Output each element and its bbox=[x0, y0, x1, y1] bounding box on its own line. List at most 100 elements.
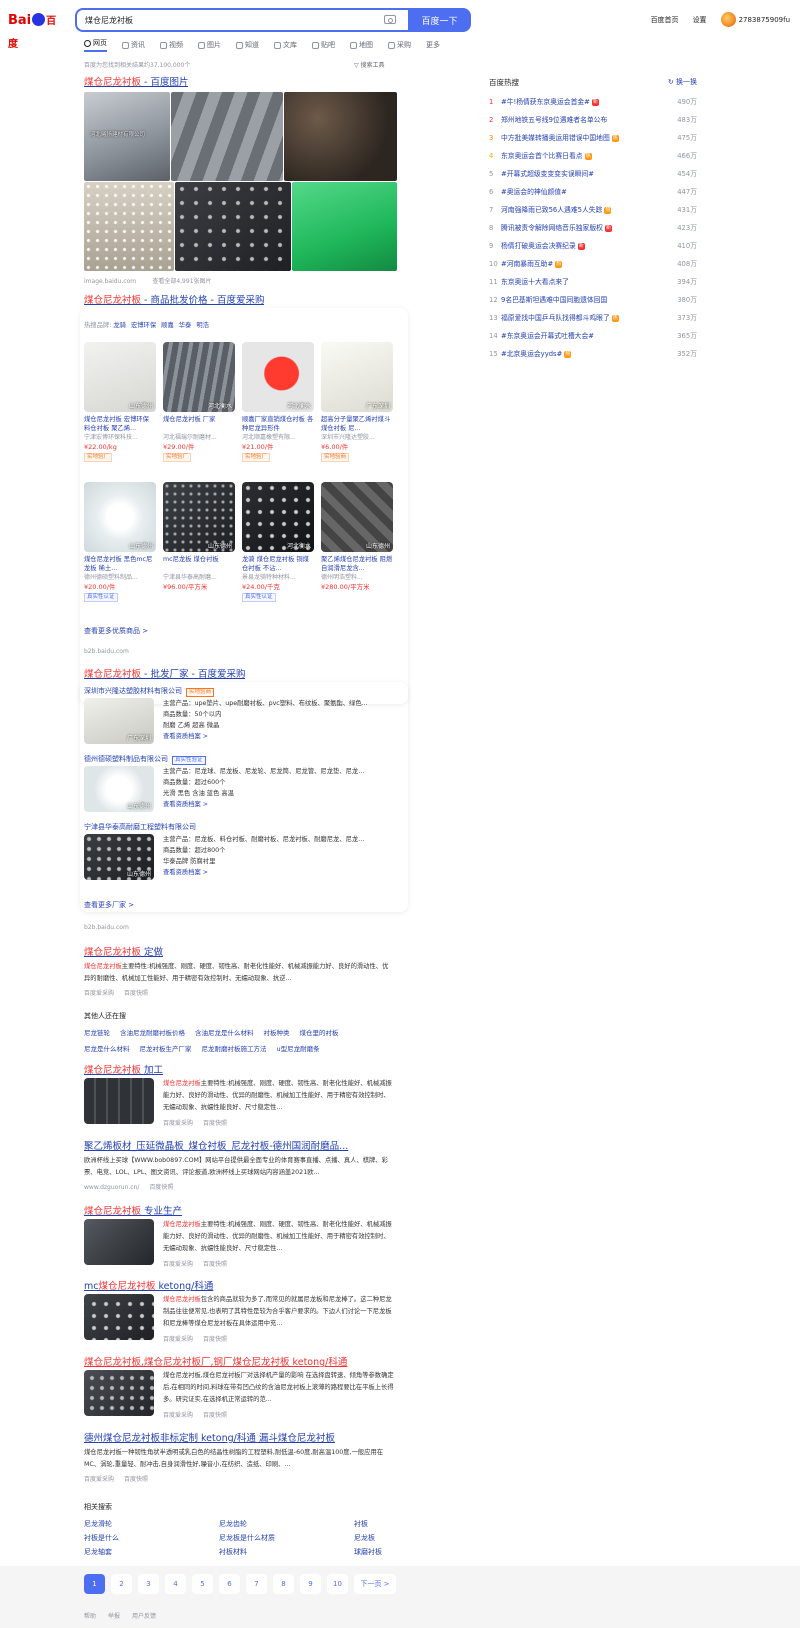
related-search-link[interactable]: 衬板 bbox=[354, 1519, 368, 1529]
camera-icon[interactable] bbox=[384, 15, 396, 24]
settings-link[interactable]: 设置 bbox=[693, 15, 707, 25]
result-title[interactable]: 煤仓尼龙衬板 加工 bbox=[84, 1062, 394, 1076]
vendor-image[interactable]: 山东德州 bbox=[84, 766, 154, 812]
tab-tieba[interactable]: 贴吧 bbox=[312, 38, 335, 52]
brand-link[interactable]: 龙骑 bbox=[113, 322, 126, 329]
result-title[interactable]: 煤仓尼龙衬板 专业生产 bbox=[84, 1203, 394, 1217]
result-title[interactable]: 煤仓尼龙衬板,煤仓尼龙衬板厂,钢厂煤仓尼龙衬板 ketong/科通 bbox=[84, 1354, 394, 1368]
hot-search-item[interactable]: 8 腾讯被责令解除网络音乐独家版权新 423万 bbox=[489, 219, 697, 237]
hot-search-item[interactable]: 5 #开幕式超级变变变实误瞬间# 454万 bbox=[489, 165, 697, 183]
tab-zhidao[interactable]: 知道 bbox=[236, 38, 259, 52]
hot-search-item[interactable]: 13 福原爱找中国乒乓队找得都斗鸡眼了热 373万 bbox=[489, 309, 697, 327]
snapshot-link[interactable]: 百度快照 bbox=[149, 1184, 173, 1191]
snapshot-link[interactable]: 百度快照 bbox=[203, 1336, 227, 1343]
product-card[interactable]: 河北衡水 龙骑 煤仓尼龙衬板 铜煤仓衬板 不沾... 景县龙骑特种材料... ¥24.… bbox=[242, 482, 314, 602]
b2b-products-title[interactable]: 煤仓尼龙衬板 - 商品批发价格 - 百度爱采购 bbox=[84, 292, 264, 306]
snapshot-link[interactable]: 百度快照 bbox=[203, 1412, 227, 1419]
result-title[interactable]: mc煤仓尼龙衬板 ketong/科通 bbox=[84, 1278, 394, 1292]
page-10[interactable]: 10 bbox=[327, 1574, 348, 1594]
vendor-profile-link[interactable]: 查看资质档案 > bbox=[163, 799, 395, 810]
product-card[interactable]: 河北衡水 顺嘉厂家直销煤仓衬板 各种尼龙异形件 河北顺嘉橡塑有限... ¥21.00/… bbox=[242, 342, 314, 462]
hot-search-link[interactable]: 东京奥运十大看点来了 bbox=[501, 278, 569, 286]
hot-search-item[interactable]: 6 #奥运会的神仙颜值# 447万 bbox=[489, 183, 697, 201]
related-search-link[interactable]: 尼龙滑轮 bbox=[84, 1519, 112, 1529]
product-card[interactable]: 广东深圳 超高分子量聚乙烯衬煤斗煤仓衬板 尼... 深圳市兴隆达塑胶... ¥6.00… bbox=[321, 342, 393, 462]
snapshot-link[interactable]: 百度快照 bbox=[203, 1120, 227, 1127]
hot-search-item[interactable]: 1 #牛!杨倩获东京奥运会首金# 新 490万 bbox=[489, 93, 697, 111]
result-thumbnail[interactable] bbox=[84, 1219, 154, 1265]
image-thumb-3[interactable] bbox=[284, 92, 397, 181]
product-image[interactable]: 山东德州 bbox=[321, 482, 393, 552]
page-5[interactable]: 5 bbox=[192, 1574, 213, 1594]
help-link[interactable]: 帮助 bbox=[84, 1611, 96, 1620]
search-input[interactable] bbox=[85, 13, 365, 28]
more-products-link[interactable]: 查看更多优质商品 > bbox=[84, 626, 148, 636]
suggestion-link[interactable]: u型尼龙耐磨条 bbox=[277, 1043, 320, 1053]
hot-search-link[interactable]: 河南强降雨已致56人遇难5人失踪 bbox=[501, 206, 602, 214]
hot-search-link[interactable]: 杨倩打破奥运会决赛纪录 bbox=[501, 242, 576, 250]
product-image[interactable]: 广东深圳 bbox=[321, 342, 393, 412]
page-9[interactable]: 9 bbox=[300, 1574, 321, 1594]
vendor-image[interactable]: 山东德州 bbox=[84, 834, 154, 880]
page-8[interactable]: 8 bbox=[273, 1574, 294, 1594]
view-all-images-link[interactable]: 查看全部4,991张图片 bbox=[152, 278, 211, 285]
tab-web[interactable]: 网页 bbox=[84, 38, 107, 52]
page-6[interactable]: 6 bbox=[219, 1574, 240, 1594]
suggestion-link[interactable]: 含油尼龙耐磨衬板价格 bbox=[120, 1027, 185, 1037]
product-card[interactable]: 山东德州 煤仓尼龙衬板 宏博环保 料仓衬板 聚乙烯... 宁津宏博环保科技... ¥2… bbox=[84, 342, 156, 462]
image-thumb-1[interactable]: 河北曦扬建材有限公司 bbox=[84, 92, 170, 181]
product-image[interactable]: 河北衡水 bbox=[242, 342, 314, 412]
hot-search-link[interactable]: #河南暴雨互助# bbox=[501, 260, 553, 268]
result-title[interactable]: 煤仓尼龙衬板 定做 bbox=[84, 944, 394, 958]
vendor-profile-link[interactable]: 查看资质档案 > bbox=[163, 867, 395, 878]
suggestion-link[interactable]: 衬板种类 bbox=[264, 1027, 290, 1037]
suggestion-link[interactable]: 尼龙耐磨衬板施工方法 bbox=[202, 1043, 267, 1053]
hot-search-item[interactable]: 14 #东京奥运会开幕式吐槽大会# 365万 bbox=[489, 327, 697, 345]
suggestion-link[interactable]: 含油尼龙是什么材料 bbox=[195, 1027, 254, 1037]
tab-image[interactable]: 图片 bbox=[198, 38, 221, 52]
snapshot-link[interactable]: 百度快照 bbox=[203, 1261, 227, 1268]
related-search-link[interactable]: 球磨衬板 bbox=[354, 1547, 382, 1557]
hot-search-link[interactable]: #北京奥运会yyds# bbox=[501, 350, 562, 358]
hot-search-link[interactable]: 腾讯被责令解除网络音乐独家版权 bbox=[501, 224, 603, 232]
brand-link[interactable]: 明浩 bbox=[196, 322, 209, 329]
product-title[interactable]: 煤仓尼龙衬板 宏博环保 料仓衬板 聚乙烯... bbox=[84, 415, 156, 433]
product-title[interactable]: mc尼龙板 煤仓衬板 bbox=[163, 555, 235, 573]
related-search-link[interactable]: 衬板是什么 bbox=[84, 1533, 119, 1543]
tab-wenku[interactable]: 文库 bbox=[274, 38, 297, 52]
vendor-profile-link[interactable]: 查看资质档案 > bbox=[163, 731, 395, 742]
page-4[interactable]: 4 bbox=[165, 1574, 186, 1594]
image-thumb-2[interactable] bbox=[171, 92, 283, 181]
suggestion-link[interactable]: 尼龙衬板生产厂家 bbox=[140, 1043, 192, 1053]
next-page-button[interactable]: 下一页 > bbox=[354, 1574, 396, 1594]
tab-video[interactable]: 视频 bbox=[160, 38, 183, 52]
hot-search-link[interactable]: #东京奥运会开幕式吐槽大会# bbox=[501, 332, 594, 340]
hot-search-link[interactable]: 福原爱找中国乒乓队找得都斗鸡眼了 bbox=[501, 314, 610, 322]
hot-search-link[interactable]: 中方批美媒转播奥运用错误中国地图 bbox=[501, 134, 610, 142]
hot-search-item[interactable]: 12 9名巴基斯坦遇难中国同胞遗体回国 380万 bbox=[489, 291, 697, 309]
brand-link[interactable]: 华泰 bbox=[179, 322, 192, 329]
image-result-title[interactable]: 煤仓尼龙衬板 - 百度图片 bbox=[84, 74, 188, 88]
related-search-link[interactable]: 衬板材料 bbox=[219, 1547, 247, 1557]
product-card[interactable]: 山东德州 mc尼龙板 煤仓衬板 宁津县华泰高耐磨... ¥96.00/平方米 bbox=[163, 482, 235, 592]
hot-search-item[interactable]: 3 中方批美媒转播奥运用错误中国地图热 475万 bbox=[489, 129, 697, 147]
page-1[interactable]: 1 bbox=[84, 1574, 105, 1594]
tab-news[interactable]: 资讯 bbox=[122, 38, 145, 52]
related-search-link[interactable]: 尼龙齿轮 bbox=[219, 1519, 247, 1529]
hot-search-item[interactable]: 4 东京奥运会首个比赛日看点热 466万 bbox=[489, 147, 697, 165]
related-search-link[interactable]: 尼龙板 bbox=[354, 1533, 375, 1543]
hot-search-link[interactable]: #牛!杨倩获东京奥运会首金# bbox=[501, 98, 590, 106]
search-button[interactable]: 百度一下 bbox=[408, 8, 471, 32]
brand-link[interactable]: 顺嘉 bbox=[161, 322, 174, 329]
product-card[interactable]: 河北衡水 煤仓尼龙衬板 厂家 河北福瑞尔耐磨材... ¥29.00/件 实地验厂 bbox=[163, 342, 235, 462]
image-thumb-4[interactable] bbox=[84, 182, 174, 271]
home-link[interactable]: 百度首页 bbox=[651, 15, 679, 25]
page-7[interactable]: 7 bbox=[246, 1574, 267, 1594]
suggestion-link[interactable]: 尼龙是什么材料 bbox=[84, 1043, 130, 1053]
result-thumbnail[interactable] bbox=[84, 1370, 154, 1416]
hot-search-item[interactable]: 10 #河南暴雨互助# 热 408万 bbox=[489, 255, 697, 273]
product-image[interactable]: 山东德州 bbox=[163, 482, 235, 552]
hot-search-item[interactable]: 7 河南强降雨已致56人遇难5人失踪热 431万 bbox=[489, 201, 697, 219]
vendor-name[interactable]: 深圳市兴隆达塑胶材料有限公司 bbox=[84, 687, 182, 695]
product-title[interactable]: 顺嘉厂家直销煤仓衬板 各种尼龙异形件 bbox=[242, 415, 314, 433]
